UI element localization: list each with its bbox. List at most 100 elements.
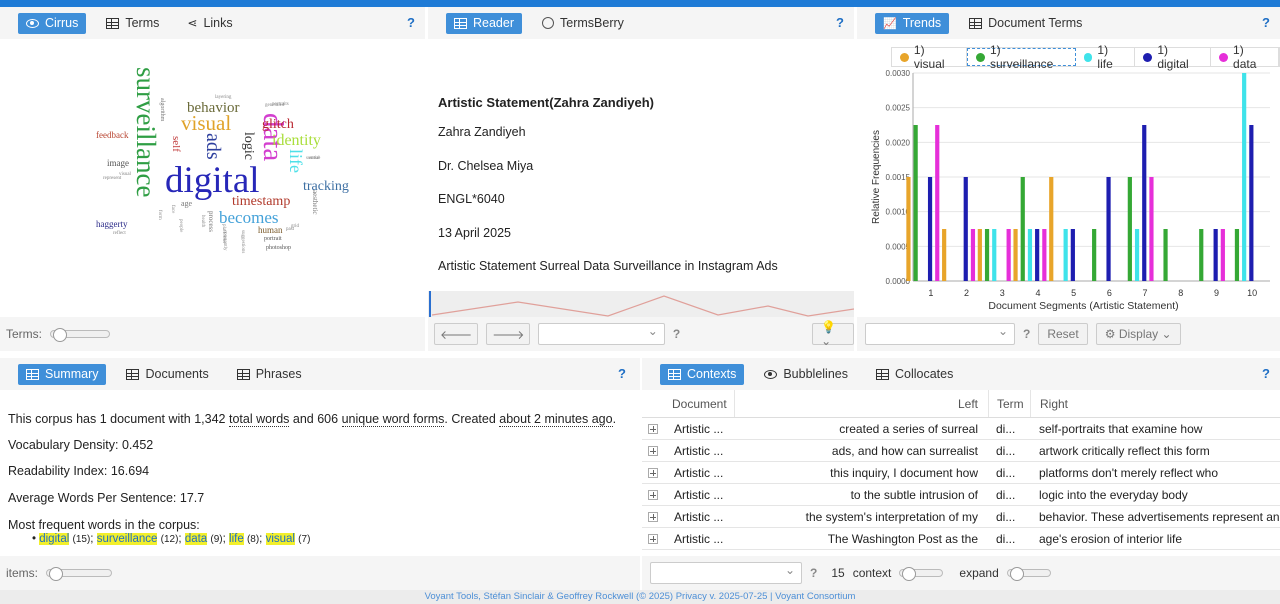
- reader-sparkline[interactable]: [428, 291, 854, 317]
- tab-documents[interactable]: Documents: [118, 364, 216, 385]
- cloud-word[interactable]: photoshop: [266, 245, 291, 251]
- cloud-word[interactable]: past: [286, 227, 294, 232]
- cloud-word[interactable]: image: [107, 159, 129, 168]
- help-icon[interactable]: ?: [1262, 366, 1270, 381]
- help-icon[interactable]: ?: [1023, 327, 1030, 341]
- tab-termsberry[interactable]: TermsBerry: [534, 13, 632, 34]
- cloud-word[interactable]: behavior: [187, 101, 239, 116]
- cloud-word[interactable]: becomes: [219, 209, 278, 226]
- frequent-word[interactable]: digital: [39, 533, 70, 545]
- unique-words-link[interactable]: unique word forms: [341, 412, 445, 427]
- tab-trends[interactable]: 📈 Trends: [875, 12, 950, 34]
- cloud-word[interactable]: surveillance: [131, 67, 161, 197]
- frequent-word[interactable]: surveillance: [96, 533, 158, 545]
- tab-cirrus[interactable]: Cirrus: [18, 12, 87, 34]
- table-row[interactable]: Artistic ... The Washington Post as the di…: [642, 528, 1280, 550]
- cloud-word[interactable]: layering: [215, 95, 231, 100]
- next-button[interactable]: 🡒: [486, 323, 531, 345]
- table-row[interactable]: Artistic ... ads, and how can surrealist d…: [642, 440, 1280, 462]
- legend-item[interactable]: 1) data: [1211, 43, 1279, 71]
- frequent-word[interactable]: life: [229, 533, 244, 545]
- table-row[interactable]: Artistic ... the system's interpretation …: [642, 506, 1280, 528]
- tab-document-terms[interactable]: Document Terms: [961, 13, 1090, 34]
- contexts-search-combo[interactable]: [650, 562, 802, 584]
- display-button[interactable]: ⚙ Display ⌄: [1095, 323, 1181, 345]
- cloud-word[interactable]: reflect: [113, 231, 126, 236]
- cloud-word[interactable]: aesthetic: [311, 190, 319, 215]
- frequent-word[interactable]: data: [184, 533, 208, 545]
- items-slider[interactable]: [46, 567, 113, 581]
- legend-item[interactable]: 1) surveillance: [967, 43, 1076, 71]
- table-row[interactable]: Artistic ... to the subtle intrusion of di…: [642, 484, 1280, 506]
- word-count: (8): [246, 534, 260, 545]
- cloud-word[interactable]: ads: [202, 133, 224, 160]
- expand-row-icon[interactable]: [648, 484, 664, 505]
- column-term[interactable]: Term: [988, 390, 1030, 417]
- cloud-word[interactable]: portrait: [264, 236, 282, 242]
- total-words-link[interactable]: total words: [228, 412, 290, 427]
- cloud-word[interactable]: form: [157, 210, 162, 220]
- cloud-word[interactable]: process: [207, 211, 215, 232]
- cloud-word[interactable]: health: [200, 215, 205, 227]
- reader-search-combo[interactable]: [538, 323, 665, 345]
- help-icon[interactable]: ?: [618, 366, 626, 381]
- cloud-word[interactable]: life: [286, 149, 306, 173]
- cloud-word[interactable]: constantly: [222, 230, 227, 251]
- cloud-word[interactable]: visual: [181, 113, 231, 134]
- tab-reader[interactable]: Reader: [446, 12, 522, 34]
- cloud-word[interactable]: age: [181, 200, 192, 208]
- cloud-word[interactable]: glitch: [262, 118, 294, 132]
- lightbulb-button[interactable]: 💡 ⌄: [812, 320, 854, 348]
- cloud-word[interactable]: feedback: [96, 131, 128, 140]
- table-row[interactable]: Artistic ... this inquiry, I document how…: [642, 462, 1280, 484]
- previous-button[interactable]: 🡐: [434, 323, 479, 345]
- cloud-word[interactable]: haggerty: [96, 220, 128, 229]
- expand-row-icon[interactable]: [648, 528, 664, 549]
- bar: [1213, 229, 1218, 281]
- help-icon[interactable]: ?: [673, 327, 680, 341]
- cloud-word[interactable]: tracking: [303, 180, 349, 194]
- reset-button[interactable]: Reset: [1038, 323, 1088, 345]
- help-icon[interactable]: ?: [810, 566, 817, 580]
- cloud-word[interactable]: self: [170, 136, 182, 152]
- cloud-word[interactable]: logic: [241, 132, 256, 160]
- table-row[interactable]: Artistic ... created a series of surreal d…: [642, 418, 1280, 440]
- legend-item[interactable]: 1) visual: [892, 43, 968, 71]
- cloud-word[interactable]: algorithm: [159, 98, 165, 121]
- help-icon[interactable]: ?: [407, 15, 415, 30]
- trends-search-combo[interactable]: [865, 323, 1015, 345]
- cloud-word[interactable]: people: [178, 219, 183, 232]
- expand-row-icon[interactable]: [648, 440, 664, 461]
- terms-slider[interactable]: [50, 328, 110, 342]
- cloud-word[interactable]: human: [258, 226, 283, 235]
- expand-row-icon[interactable]: [648, 418, 664, 439]
- cloud-word[interactable]: visual: [119, 172, 131, 177]
- tab-phrases[interactable]: Phrases: [229, 364, 310, 385]
- help-icon[interactable]: ?: [836, 15, 844, 30]
- tab-links[interactable]: ⋖ Links: [179, 13, 240, 34]
- tab-collocates[interactable]: Collocates: [868, 364, 961, 385]
- cloud-word[interactable]: timestamp: [232, 195, 290, 209]
- help-icon[interactable]: ?: [1262, 15, 1270, 30]
- legend-item[interactable]: 1) life: [1076, 43, 1136, 71]
- expand-slider[interactable]: [1006, 567, 1051, 581]
- expand-row-icon[interactable]: [648, 462, 664, 483]
- legend-item[interactable]: 1) digital: [1135, 43, 1212, 71]
- tab-bubblelines[interactable]: Bubblelines: [756, 364, 856, 385]
- tab-contexts[interactable]: Contexts: [660, 363, 745, 385]
- cloud-word[interactable]: face: [170, 205, 175, 213]
- column-left[interactable]: Left: [734, 390, 986, 417]
- context-slider[interactable]: [899, 567, 944, 581]
- cloud-word[interactable]: entire: [309, 156, 320, 161]
- frequent-word[interactable]: visual: [265, 533, 295, 545]
- cloud-word[interactable]: generated: [265, 103, 284, 108]
- cloud-word[interactable]: identity: [272, 133, 321, 149]
- tab-summary[interactable]: Summary: [18, 363, 107, 385]
- cloud-word[interactable]: suggestions: [240, 230, 245, 253]
- tab-terms[interactable]: Terms: [98, 13, 167, 34]
- expand-row-icon[interactable]: [648, 506, 664, 527]
- y-axis-label: Relative Frequencies: [871, 130, 882, 224]
- column-document[interactable]: Document: [672, 390, 734, 417]
- tab-label: Cirrus: [45, 16, 79, 30]
- column-right[interactable]: Right: [1030, 390, 1280, 417]
